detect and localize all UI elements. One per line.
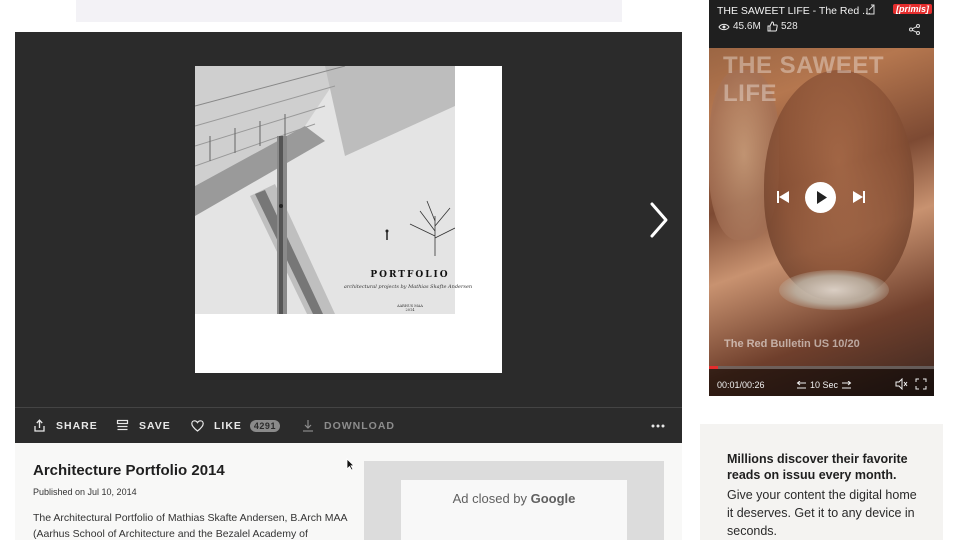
ad-closed-message: Ad closed by Google	[401, 480, 627, 540]
save-label: SAVE	[139, 419, 171, 432]
fullscreen-icon[interactable]	[915, 378, 927, 390]
seek-control[interactable]: 10 Sec	[793, 380, 855, 390]
google-wordmark: Google	[530, 491, 576, 506]
rewind-10-icon	[796, 380, 806, 388]
document-description: The Architectural Portfolio of Mathias S…	[33, 512, 347, 540]
save-button[interactable]: SAVE	[116, 408, 171, 444]
seek-label: 10 Sec	[810, 380, 839, 390]
cover-imprint-line2: 2014	[405, 308, 415, 312]
video-time: 00:01/00:26	[717, 380, 765, 390]
download-icon	[303, 420, 313, 432]
previous-track-icon[interactable]	[776, 190, 790, 204]
share-button[interactable]: SHARE	[33, 408, 98, 444]
video-share-network-icon[interactable]	[909, 24, 920, 35]
document-viewer[interactable]: PORTFOLIO architectural projects by Math…	[15, 32, 682, 407]
publish-date: Published on Jul 10, 2014	[33, 487, 137, 497]
video-share-icon[interactable]	[865, 4, 876, 15]
video-like-value: 528	[781, 21, 798, 32]
cover-subtitle: architectural projects by Mathias Skafte…	[343, 284, 473, 290]
share-label: SHARE	[56, 419, 98, 432]
volume-muted-icon[interactable]	[895, 378, 908, 390]
play-button[interactable]	[805, 182, 836, 213]
action-bar: SHARE SAVE LIKE 4291 DOWNLOAD	[15, 407, 682, 443]
play-icon	[817, 191, 827, 204]
video-title[interactable]: THE SAWEET LIFE - The Red ...	[717, 5, 871, 17]
download-button[interactable]: DOWNLOAD	[302, 408, 395, 444]
promo-body: Give your content the digital home it de…	[727, 488, 917, 538]
share-icon	[34, 419, 45, 432]
heart-icon	[191, 419, 204, 432]
video-progress-track[interactable]	[709, 366, 934, 369]
primis-logo[interactable]: [primis]	[893, 4, 933, 14]
view-count-value: 45.6M	[733, 21, 761, 32]
view-count: 45.6M	[718, 21, 761, 32]
top-ad-placeholder	[76, 0, 622, 22]
like-count-badge: 4291	[249, 419, 280, 432]
ad-closed-prefix: Ad closed by	[452, 491, 531, 506]
download-label: DOWNLOAD	[324, 419, 395, 432]
cover-imprint: AARHUS MAA 2014	[380, 304, 440, 312]
video-like-count: 528	[767, 21, 798, 32]
like-label: LIKE	[214, 419, 242, 432]
video-header: THE SAWEET LIFE - The Red ... [primis] 4…	[709, 0, 934, 48]
document-title: Architecture Portfolio 2014	[33, 462, 225, 479]
document-page[interactable]: PORTFOLIO architectural projects by Math…	[195, 66, 502, 373]
promo-headline: Millions discover their favorite reads o…	[727, 452, 908, 482]
video-frame-necklace	[779, 270, 889, 310]
issuu-promo-box: Millions discover their favorite reads o…	[700, 424, 943, 540]
eye-icon	[718, 23, 730, 30]
ad-slot: Ad closed by Google	[364, 461, 664, 540]
more-options-button[interactable]	[651, 408, 665, 444]
cover-title: PORTFOLIO	[370, 270, 450, 280]
video-player[interactable]: THE SAWEET LIFE - The Red ... [primis] 4…	[709, 0, 934, 396]
video-episode-caption: The Red Bulletin US 10/20	[724, 338, 860, 350]
mouse-cursor-icon	[346, 458, 355, 471]
thumbs-up-icon	[767, 21, 778, 32]
video-progress-fill	[709, 366, 718, 369]
save-stack-icon	[116, 419, 129, 431]
next-page-icon[interactable]	[646, 200, 670, 240]
video-watermark: THE SAWEET LIFE	[723, 52, 885, 107]
like-button[interactable]: LIKE 4291	[191, 408, 280, 444]
forward-10-icon	[842, 380, 852, 388]
more-dots-icon	[651, 424, 665, 428]
next-track-icon[interactable]	[852, 190, 866, 204]
